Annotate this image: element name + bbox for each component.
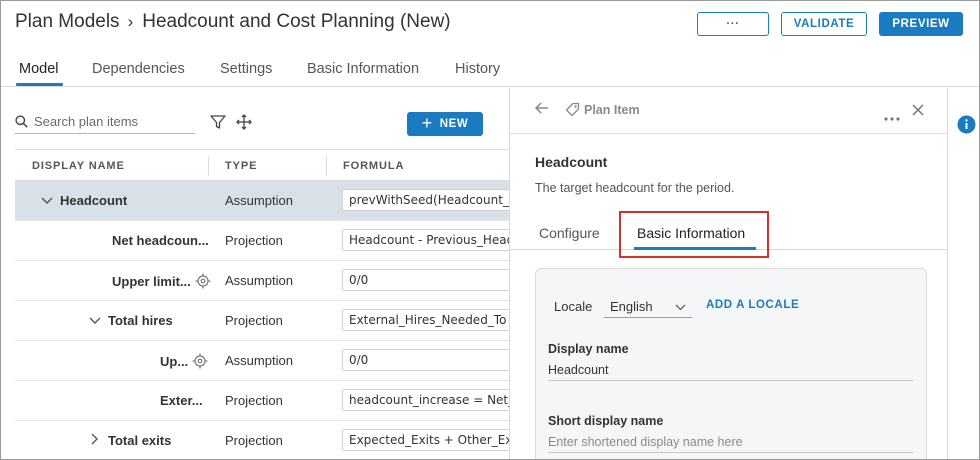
chevron-down-icon[interactable] [40,193,54,208]
search-icon [15,115,28,128]
new-button[interactable]: + NEW [407,112,483,136]
row-formula[interactable]: prevWithSeed(Headcount_ [342,189,510,211]
active-subtab-indicator [634,247,756,250]
plan-items-table: DISPLAY NAME TYPE FORMULA Headcount Assu… [15,149,510,459]
app-window: Plan Models › Headcount and Cost Plannin… [0,0,980,460]
row-name: Upper limit... [112,273,191,289]
move-icon[interactable] [234,112,254,132]
locale-select-value: English [610,299,653,314]
info-icon[interactable] [957,115,976,139]
column-divider [208,156,209,176]
plan-item-description: The target headcount for the period. [535,181,735,195]
back-arrow-icon[interactable] [534,100,552,118]
tab-history[interactable]: History [455,61,500,77]
row-type: Assumption [225,273,293,288]
row-type: Projection [225,313,283,328]
subtab-basic-information[interactable]: Basic Information [637,225,745,241]
display-name-label: Display name [548,342,629,356]
table-row[interactable]: Headcount Assumption prevWithSeed(Headco… [15,181,510,221]
short-display-name-input[interactable] [548,431,913,453]
row-name-cell: Total exits [88,433,171,448]
tag-icon [565,102,580,122]
more-actions-button[interactable]: ··· [697,12,769,36]
row-name: Headcount [60,193,128,208]
row-formula[interactable]: Headcount - Previous_Head [342,229,510,251]
plus-icon: + [421,113,433,133]
breadcrumb: Plan Models › Headcount and Cost Plannin… [15,11,451,33]
row-name: Total hires [108,313,173,328]
row-name-cell: Up... [160,353,208,369]
row-name: Exter... [160,393,203,408]
table-row[interactable]: Total hires Projection External_Hires_Ne… [15,301,510,341]
search-input[interactable] [34,114,184,129]
short-display-name-label: Short display name [548,414,664,428]
row-formula[interactable]: External_Hires_Needed_To [342,309,510,331]
tab-basic-information[interactable]: Basic Information [307,61,419,77]
target-icon [195,273,211,289]
target-icon [192,353,208,369]
row-name-cell: Net headcoun... [112,233,209,248]
row-formula[interactable]: 0/0 [342,349,510,371]
filter-icon[interactable] [208,112,228,132]
column-divider [326,156,327,176]
search-box [15,110,195,134]
row-type: Projection [225,393,283,408]
more-horizontal-icon[interactable] [884,108,900,126]
basic-information-card: Locale English ADD A LOCALE Display name… [535,268,927,459]
tab-model[interactable]: Model [19,61,59,77]
row-name: Net headcoun... [112,233,209,248]
chevron-right-icon[interactable] [88,433,102,448]
main-tabs: Model Dependencies Settings Basic Inform… [1,47,979,87]
validate-button[interactable]: VALIDATE [781,12,867,36]
table-row[interactable]: Total exits Projection Expected_Exits + … [15,421,510,459]
close-icon[interactable] [911,103,925,122]
details-panel-title: Plan Item [584,103,640,117]
new-button-label: NEW [439,118,469,130]
table-header: DISPLAY NAME TYPE FORMULA [15,149,509,181]
details-panel-header: Plan Item [510,88,947,134]
breadcrumb-plan-models[interactable]: Plan Models [15,11,120,33]
row-name-cell: Total hires [88,313,173,328]
subtab-configure[interactable]: Configure [539,225,600,241]
table-row[interactable]: Exter... Projection headcount_increase =… [15,381,510,421]
active-tab-indicator [16,83,63,86]
table-row[interactable]: Upper limit... Assumption 0/0 [15,261,510,301]
row-type: Projection [225,233,283,248]
page-header: Plan Models › Headcount and Cost Plannin… [1,1,979,47]
add-locale-button[interactable]: ADD A LOCALE [706,299,799,311]
row-type: Assumption [225,193,293,208]
row-name: Total exits [108,433,172,448]
plan-item-title: Headcount [535,154,608,170]
row-type: Projection [225,433,283,448]
row-name-cell: Headcount [40,193,127,208]
column-header-type[interactable]: TYPE [225,160,257,172]
table-row[interactable]: Up... Assumption 0/0 [15,341,510,381]
row-type: Assumption [225,353,293,368]
chevron-down-icon [675,299,686,314]
breadcrumb-separator-icon: › [127,12,134,31]
side-strip-divider [947,88,948,459]
row-formula[interactable]: 0/0 [342,269,510,291]
display-name-input[interactable] [548,359,913,381]
tab-dependencies[interactable]: Dependencies [92,61,185,77]
locale-label: Locale [554,299,593,314]
details-subtabs: Configure Basic Information [510,213,947,250]
row-name: Up... [160,353,189,369]
row-name-cell: Exter... [160,393,203,408]
plan-items-panel: + NEW DISPLAY NAME TYPE FORMULA Headcoun… [1,88,510,459]
preview-button[interactable]: PREVIEW [879,12,963,36]
row-formula[interactable]: Expected_Exits + Other_Ex [342,429,510,451]
row-formula[interactable]: headcount_increase = Net_ [342,389,510,411]
tab-settings[interactable]: Settings [220,61,272,77]
row-name-cell: Upper limit... [112,273,211,289]
chevron-down-icon[interactable] [88,313,102,328]
locale-select[interactable]: English [604,292,692,318]
column-header-formula[interactable]: FORMULA [343,160,404,172]
page-title: Headcount and Cost Planning (New) [142,11,451,32]
table-row[interactable]: Net headcoun... Projection Headcount - P… [15,221,510,261]
plan-item-details-panel: Plan Item Headcount The target headcount… [510,88,947,459]
column-header-display-name[interactable]: DISPLAY NAME [32,160,125,172]
